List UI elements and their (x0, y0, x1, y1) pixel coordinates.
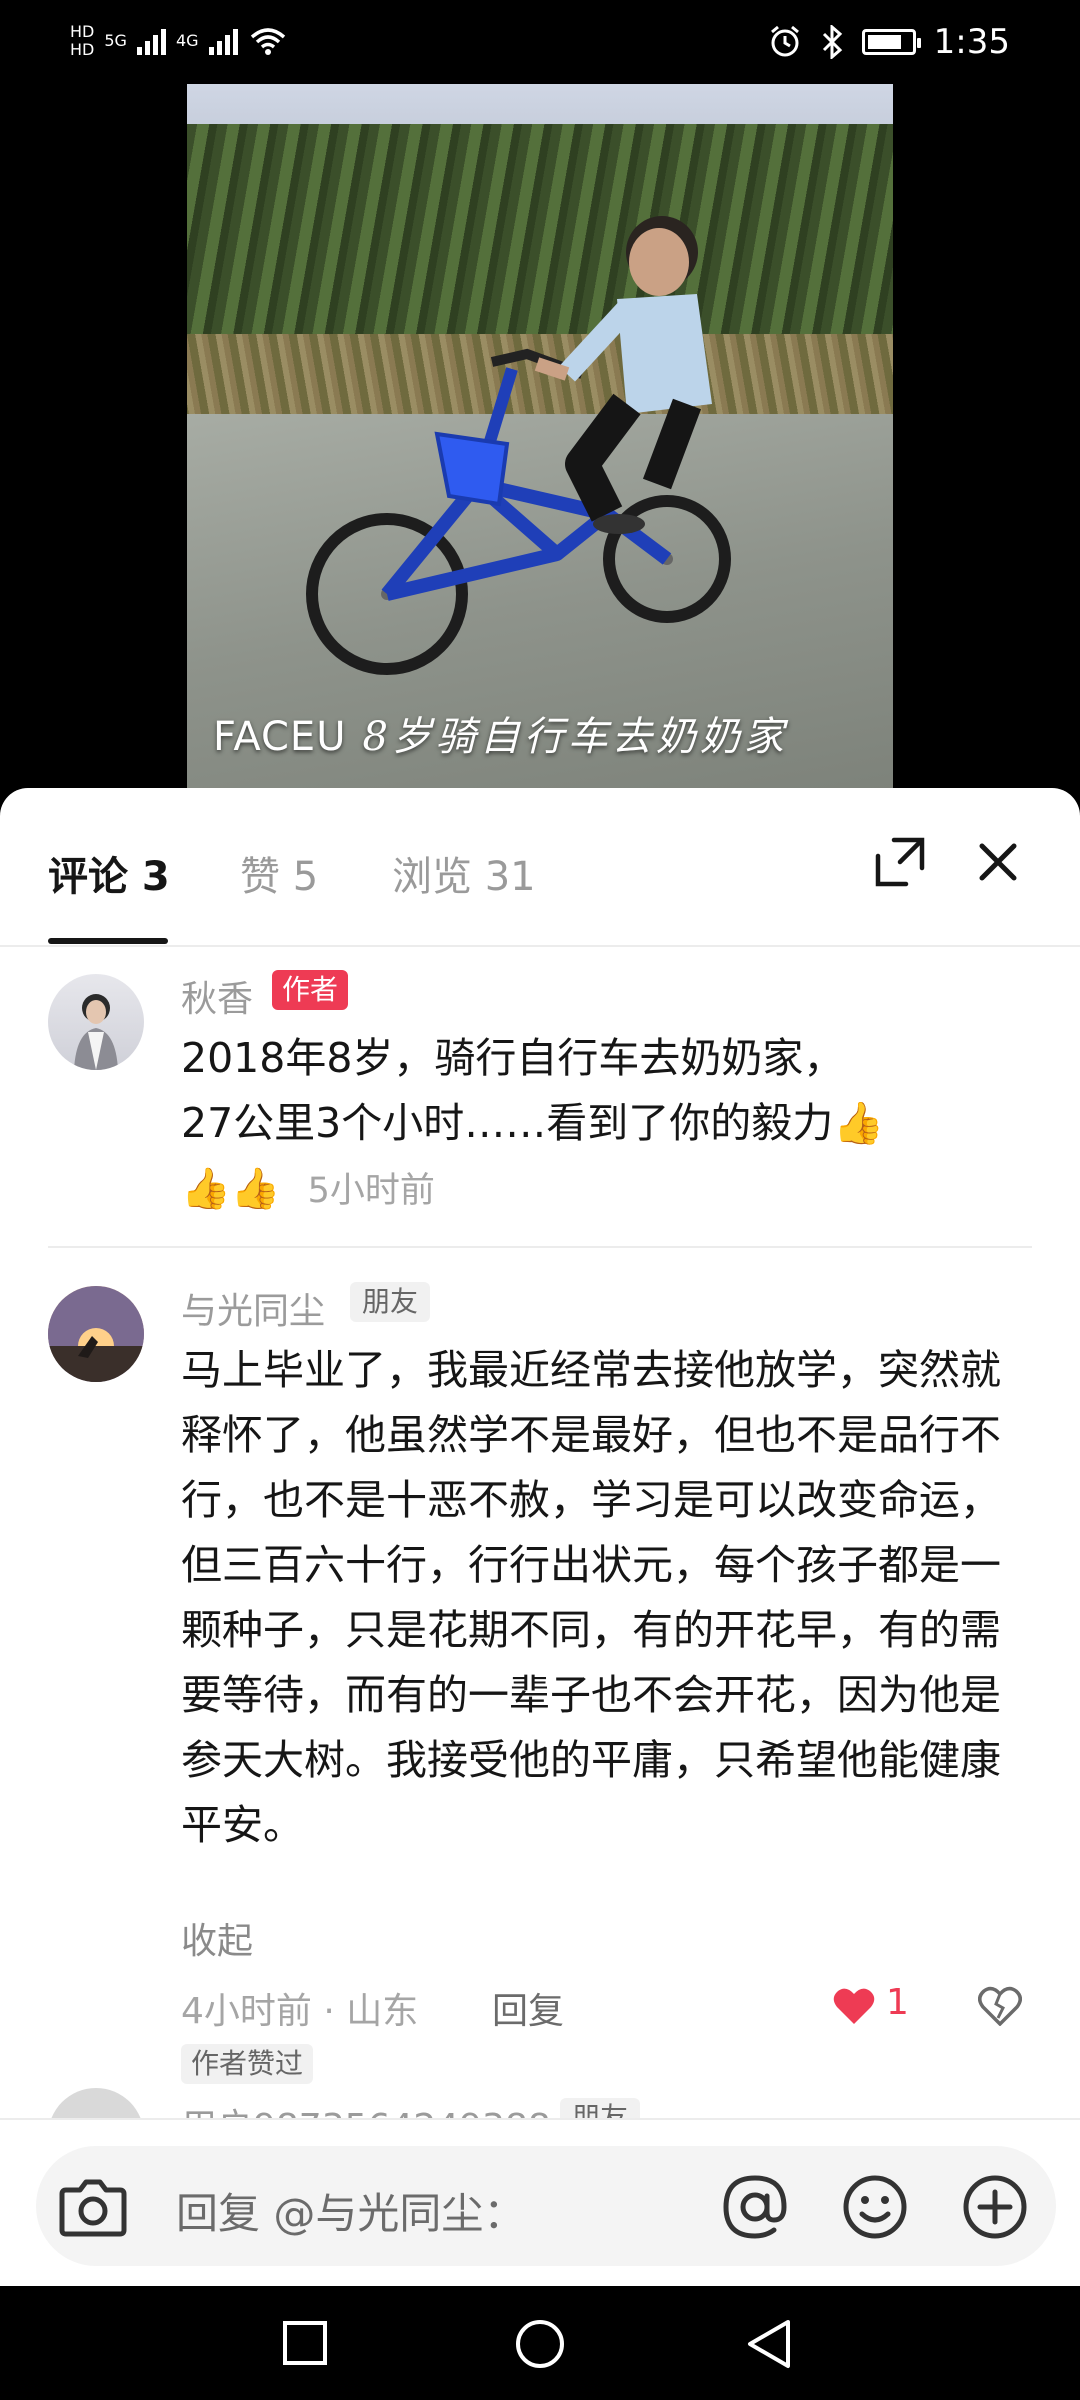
active-tab-indicator (48, 938, 168, 944)
commenter-name[interactable]: 与光同尘 (181, 1282, 325, 1334)
reply-button[interactable]: 回复 (492, 1982, 564, 2034)
navigation-bar (0, 2286, 1080, 2400)
bluetooth-icon (822, 25, 842, 59)
avatar[interactable] (48, 974, 144, 1070)
comment-text-line-2: 27公里3个小时……看到了你的毅力👍 (181, 1099, 885, 1147)
status-left: HD HD 5G 4G (70, 24, 288, 58)
close-icon[interactable] (970, 834, 1026, 890)
avatar-sunset-icon (48, 1286, 144, 1382)
comment-sheet: 评论 3 赞 5 浏览 31 秋香 作者 2018年8岁，骑行自行车去奶奶家， … (0, 788, 1080, 2286)
emoji-icon[interactable] (842, 2174, 908, 2240)
camera-icon[interactable] (58, 2174, 128, 2238)
avatar[interactable] (48, 1286, 144, 1382)
avatar-person-icon (74, 994, 118, 1070)
video-caption-text: 8岁骑自行车去奶奶家 (362, 714, 788, 760)
reply-placeholder: 回复 @与光同尘： (176, 2189, 526, 2238)
comment-text: 马上毕业了，我最近经常去接他放学，突然就释怀了，他虽然学不是最好，但也不是品行不… (181, 1346, 1001, 1849)
alarm-icon (770, 25, 799, 57)
tab-bar: 评论 3 赞 5 浏览 31 (0, 788, 1080, 947)
comment-text: 2018年8岁，骑行自行车去奶奶家， 27公里3个小时……看到了你的毅力👍 👍👍… (181, 1026, 1031, 1224)
boy-on-bicycle-illustration (306, 216, 731, 675)
commenter-name[interactable]: 秋香 (181, 970, 253, 1022)
tab-views[interactable]: 浏览 31 (392, 844, 536, 902)
hd-label-1: HD (70, 22, 95, 41)
hd-indicator: HD HD (70, 24, 94, 58)
home-icon[interactable] (514, 2318, 566, 2370)
video-caption: FACEU 8岁骑自行车去奶奶家 (213, 704, 788, 762)
battery-icon (861, 29, 921, 55)
tab-comments[interactable]: 评论 3 (48, 844, 170, 902)
signal-icon-2 (208, 27, 238, 55)
signal-icon (136, 27, 166, 55)
video-player[interactable]: FACEU 8岁骑自行车去奶奶家 (187, 84, 893, 788)
status-right: 1:35 (768, 22, 1010, 62)
author-badge: 作者 (272, 970, 349, 1010)
status-bar: HD HD 5G 4G 1:35 (0, 0, 1080, 84)
reply-input[interactable]: 回复 @与光同尘： (36, 2146, 1056, 2266)
wifi-icon (250, 28, 285, 55)
comment-timestamp: 5小时前 (307, 1171, 435, 1211)
add-icon[interactable] (962, 2174, 1028, 2240)
clock-time: 1:35 (933, 22, 1010, 62)
comment-text-line-1: 2018年8岁，骑行自行车去奶奶家， (181, 1034, 845, 1082)
network-5g-label: 5G (104, 31, 127, 50)
like-count: 1 (886, 1982, 909, 2023)
hd-label-2: HD (70, 40, 95, 59)
comment-meta: 4小时前 · 山东 (181, 1991, 419, 2032)
mention-icon[interactable] (722, 2174, 788, 2240)
thumbs-up-emoji: 👍👍 (181, 1166, 281, 1212)
back-icon[interactable] (744, 2318, 794, 2370)
friend-badge: 朋友 (350, 1282, 431, 1322)
collapse-link[interactable]: 收起 (181, 1912, 253, 1964)
comment-text-line-3: 👍👍 5小时前 (181, 1156, 1031, 1224)
video-watermark: FACEU (213, 714, 347, 760)
heart-icon[interactable] (832, 1986, 876, 2026)
tab-likes[interactable]: 赞 5 (240, 844, 318, 902)
comment-item: 秋香 作者 2018年8岁，骑行自行车去奶奶家， 27公里3个小时……看到了你的… (0, 946, 1080, 1248)
dislike-icon[interactable] (978, 1986, 1022, 2026)
author-liked-badge: 作者赞过 (181, 2044, 314, 2084)
network-4g-label: 4G (175, 31, 199, 50)
reply-input-bar: 回复 @与光同尘： (0, 2118, 1080, 2288)
recent-apps-icon[interactable] (282, 2320, 328, 2366)
app-root: HD HD 5G 4G 1:35 FACEU 8岁骑自行车去奶奶家 评论 3 赞… (0, 0, 1080, 2400)
comment-item: 与光同尘 朋友 马上毕业了，我最近经常去接他放学，突然就释怀了，他虽然学不是最好… (0, 1246, 1080, 2084)
expand-icon[interactable] (872, 834, 928, 890)
